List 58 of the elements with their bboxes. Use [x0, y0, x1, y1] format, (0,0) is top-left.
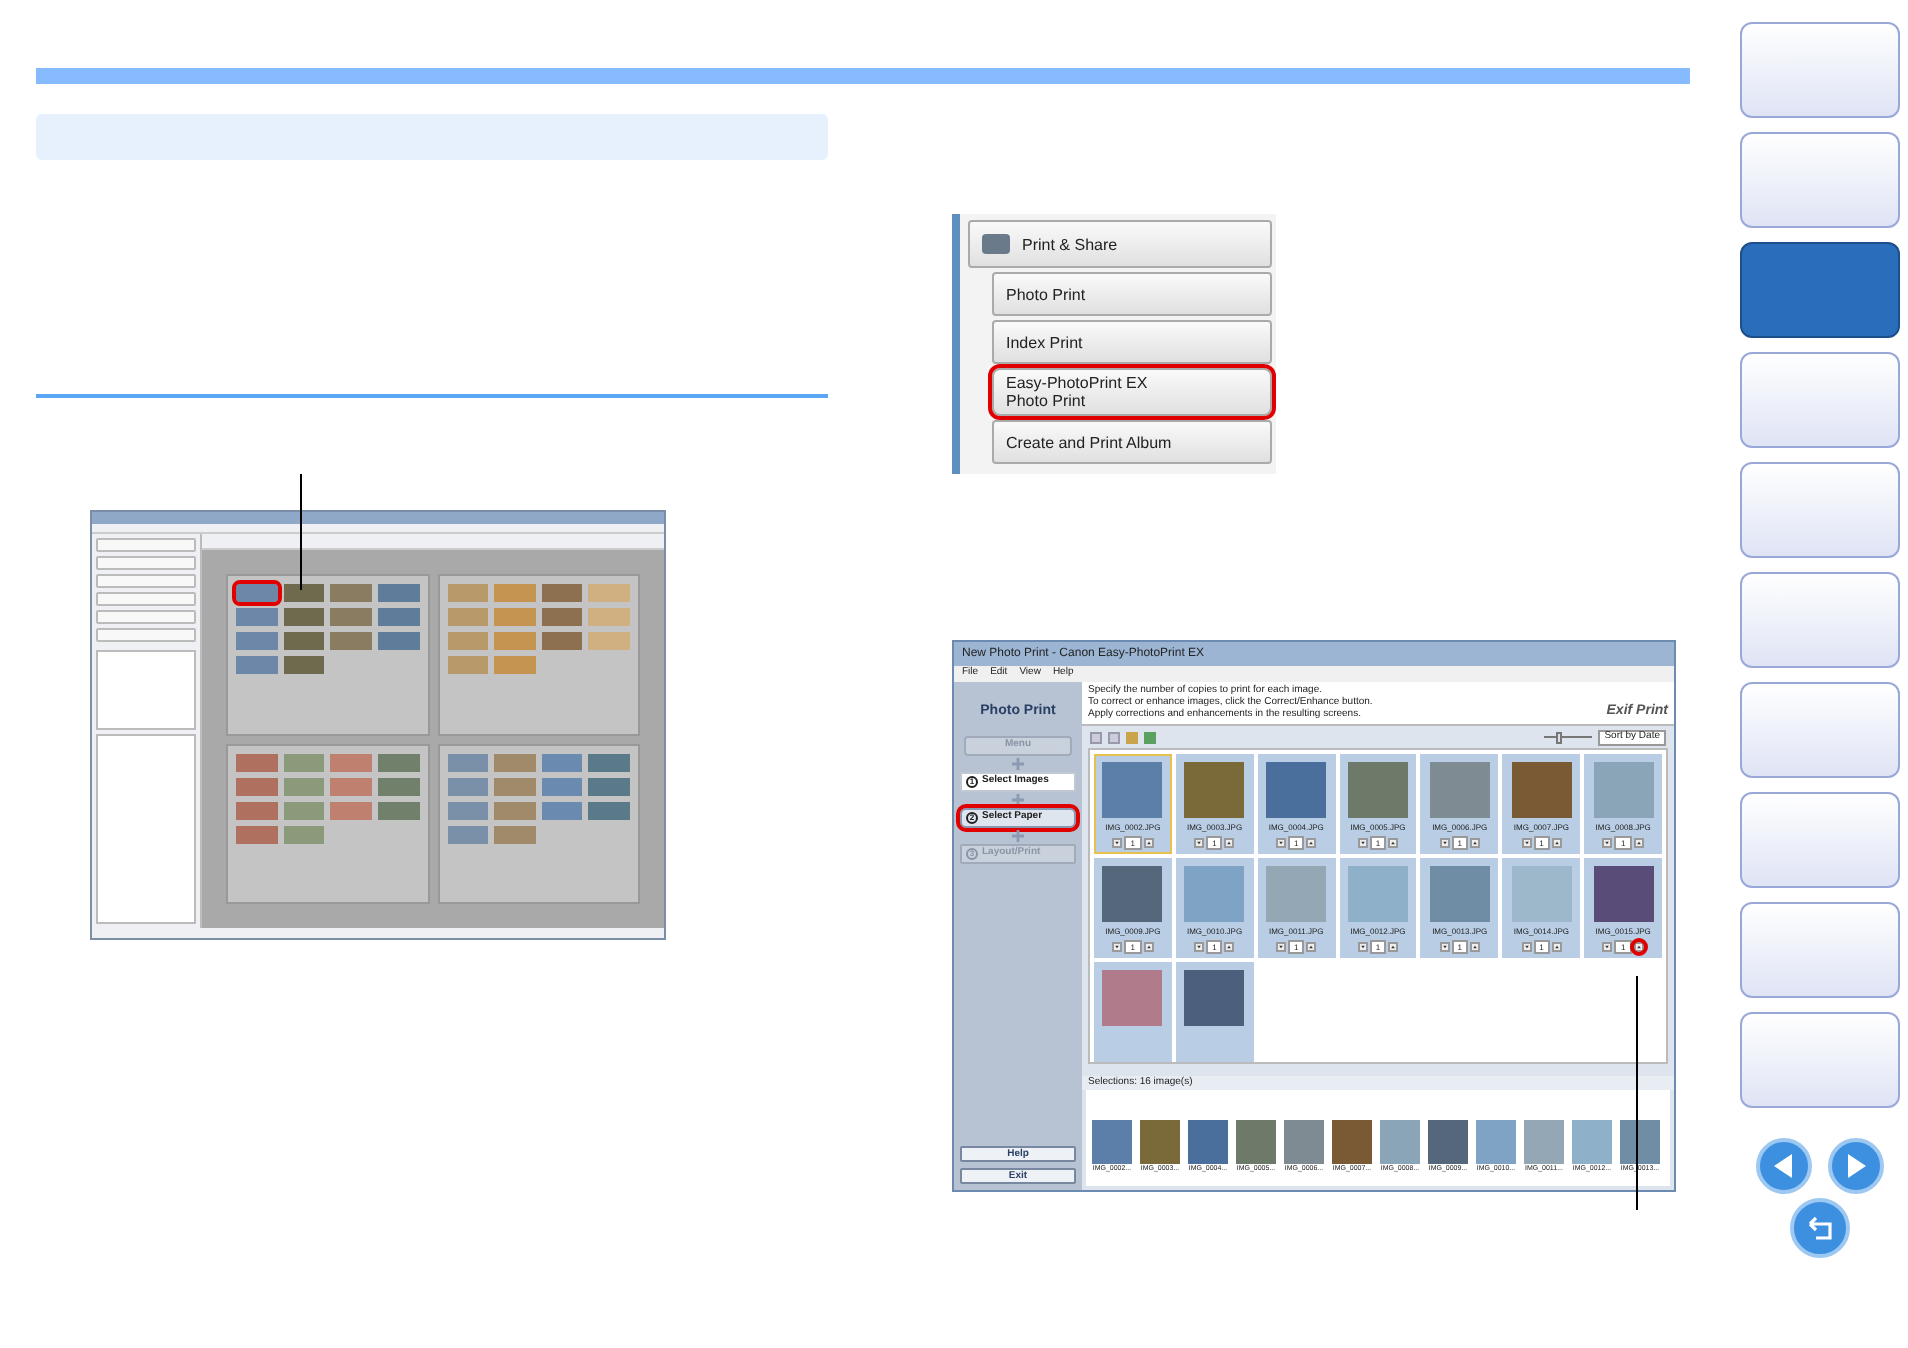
image-card[interactable]: [1094, 962, 1172, 1062]
next-page-button[interactable]: [1828, 1138, 1884, 1194]
leader-line: [300, 474, 302, 590]
nav-tab[interactable]: [1740, 902, 1900, 998]
down-arrow-icon[interactable]: [1194, 838, 1205, 848]
up-arrow-icon[interactable]: [1224, 838, 1235, 848]
nav-tab[interactable]: [1740, 572, 1900, 668]
slider-thumb[interactable]: [1555, 731, 1562, 743]
up-arrow-icon[interactable]: [1388, 942, 1399, 952]
up-arrow-icon[interactable]: [1388, 838, 1399, 848]
previous-page-button[interactable]: [1756, 1138, 1812, 1194]
return-icon: [1806, 1214, 1834, 1242]
up-arrow-icon[interactable]: [1224, 942, 1235, 952]
up-arrow-icon[interactable]: [1633, 942, 1644, 952]
down-arrow-icon[interactable]: [1194, 942, 1205, 952]
down-arrow-icon[interactable]: [1112, 942, 1123, 952]
up-arrow-icon[interactable]: [1469, 838, 1480, 848]
up-arrow-icon[interactable]: [1306, 838, 1317, 848]
up-arrow-icon[interactable]: [1551, 942, 1562, 952]
nav-tab[interactable]: [1740, 242, 1900, 338]
up-arrow-icon[interactable]: [1306, 942, 1317, 952]
down-arrow-icon[interactable]: [1521, 942, 1532, 952]
up-arrow-icon[interactable]: [1551, 838, 1562, 848]
nav-tab[interactable]: [1740, 682, 1900, 778]
plus-icon: [1012, 793, 1024, 805]
menu-button[interactable]: Create and Print Album: [992, 420, 1272, 464]
return-button[interactable]: [1790, 1198, 1850, 1258]
nav-tab[interactable]: [1740, 352, 1900, 448]
printer-icon: [982, 234, 1010, 254]
down-arrow-icon[interactable]: [1357, 838, 1368, 848]
nav-tab[interactable]: [1740, 1012, 1900, 1108]
up-arrow-icon[interactable]: [1633, 838, 1644, 848]
nav-tab[interactable]: [1740, 132, 1900, 228]
menu-button[interactable]: Index Print: [992, 320, 1272, 364]
nav-tab[interactable]: [1740, 792, 1900, 888]
left-arrow-icon: [1774, 1154, 1794, 1178]
up-arrow-icon[interactable]: [1469, 942, 1480, 952]
nav-tab[interactable]: [1740, 462, 1900, 558]
zoom-slider[interactable]: [1544, 731, 1593, 743]
down-arrow-icon[interactable]: [1602, 942, 1613, 952]
up-arrow-icon[interactable]: [1143, 942, 1154, 952]
down-arrow-icon[interactable]: [1439, 838, 1450, 848]
down-arrow-icon[interactable]: [1276, 838, 1287, 848]
down-arrow-icon[interactable]: [1357, 942, 1368, 952]
plus-icon: [1012, 757, 1024, 769]
down-arrow-icon[interactable]: [1276, 942, 1287, 952]
image-card[interactable]: [1175, 962, 1254, 1062]
right-arrow-icon: [1846, 1154, 1866, 1178]
down-arrow-icon[interactable]: [1112, 838, 1123, 848]
down-arrow-icon[interactable]: [1521, 838, 1532, 848]
category-button[interactable]: Print & Share: [968, 220, 1272, 268]
menu-button[interactable]: Easy-PhotoPrint EX Photo Print: [992, 368, 1272, 416]
nav-tab[interactable]: [1740, 22, 1900, 118]
down-arrow-icon[interactable]: [1439, 942, 1450, 952]
down-arrow-icon[interactable]: [1602, 838, 1613, 848]
up-arrow-icon[interactable]: [1143, 838, 1154, 848]
menu-button[interactable]: Photo Print: [992, 272, 1272, 316]
plus-icon: [1012, 829, 1024, 841]
